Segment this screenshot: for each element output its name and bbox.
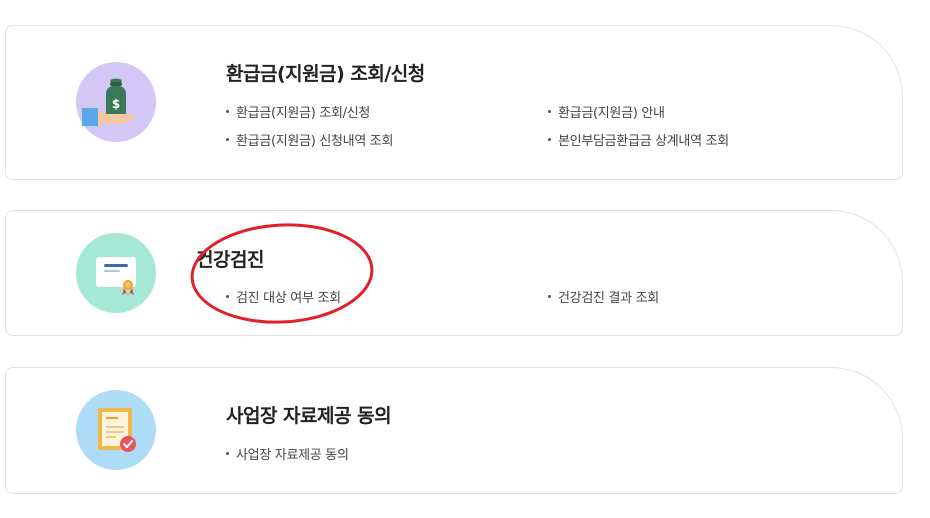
refund-guide-link[interactable]: 환급금(지원금) 안내 <box>548 102 665 121</box>
svg-text:$: $ <box>112 97 120 111</box>
money-bag-hand-icon: $ <box>76 62 156 142</box>
certificate-icon <box>76 233 156 313</box>
refund-card-title: 환급금(지원금) 조회/신청 <box>226 63 425 85</box>
refund-card: $ 환급금(지원금) 조회/신청 환급금(지원금) 조회/신청 환급금(지원금)… <box>5 25 903 180</box>
refund-history-link[interactable]: 환급금(지원금) 신청내역 조회 <box>226 130 393 149</box>
document-check-icon <box>76 390 156 470</box>
link-label: 본인부담금환급금 상계내역 조회 <box>558 134 729 149</box>
link-label: 환급금(지원금) 안내 <box>558 106 665 121</box>
link-label: 사업장 자료제공 동의 <box>236 448 349 463</box>
checkup-eligibility-link[interactable]: 검진 대상 여부 조회 <box>226 287 341 306</box>
link-label: 검진 대상 여부 조회 <box>236 291 341 306</box>
data-consent-card-title: 사업장 자료제공 동의 <box>226 405 392 427</box>
link-label: 건강검진 결과 조회 <box>558 291 659 306</box>
health-checkup-card-title: 건강검진 <box>196 249 264 271</box>
data-consent-link[interactable]: 사업장 자료제공 동의 <box>226 444 349 463</box>
link-label: 환급금(지원금) 조회/신청 <box>236 106 371 121</box>
checkup-result-link[interactable]: 건강검진 결과 조회 <box>548 287 659 306</box>
data-consent-card: 사업장 자료제공 동의 사업장 자료제공 동의 <box>5 367 903 494</box>
link-label: 환급금(지원금) 신청내역 조회 <box>236 134 394 149</box>
refund-inquiry-link[interactable]: 환급금(지원금) 조회/신청 <box>226 102 370 121</box>
health-checkup-card: 건강검진 검진 대상 여부 조회 건강검진 결과 조회 <box>5 210 903 336</box>
offset-history-link[interactable]: 본인부담금환급금 상계내역 조회 <box>548 130 729 149</box>
